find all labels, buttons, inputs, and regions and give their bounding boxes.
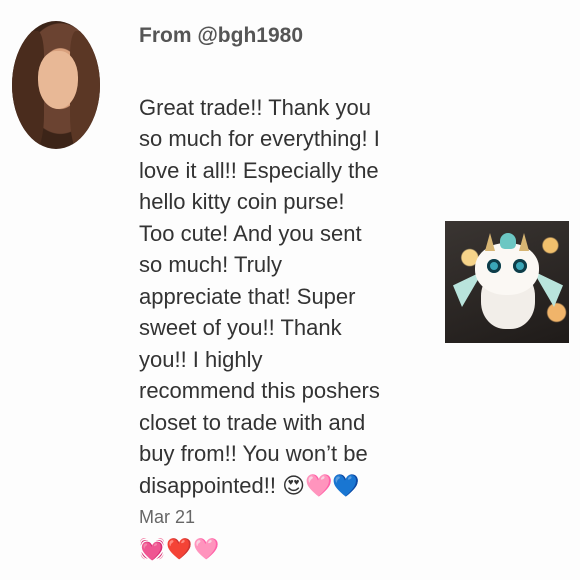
- dragon-horn-left: [485, 233, 495, 251]
- review-card: From @bgh1980 Great trade!! Thank you so…: [0, 0, 580, 580]
- dragon-head: [475, 243, 539, 295]
- review-message: Great trade!! Thank you so much for ever…: [139, 60, 419, 565]
- review-author[interactable]: From @bgh1980: [139, 24, 303, 48]
- avatar[interactable]: [12, 21, 100, 149]
- review-message-text: Great trade!! Thank you so much for ever…: [139, 94, 380, 498]
- dragon-horn-right: [519, 233, 529, 251]
- review-emoji-line: 💓❤️🩷: [139, 537, 221, 561]
- avatar-face: [38, 51, 78, 109]
- dragon-eye-left: [487, 259, 501, 273]
- product-thumbnail[interactable]: [445, 221, 569, 343]
- review-date: Mar 21: [139, 507, 196, 527]
- dragon-crest: [500, 233, 516, 249]
- dragon-eye-right: [513, 259, 527, 273]
